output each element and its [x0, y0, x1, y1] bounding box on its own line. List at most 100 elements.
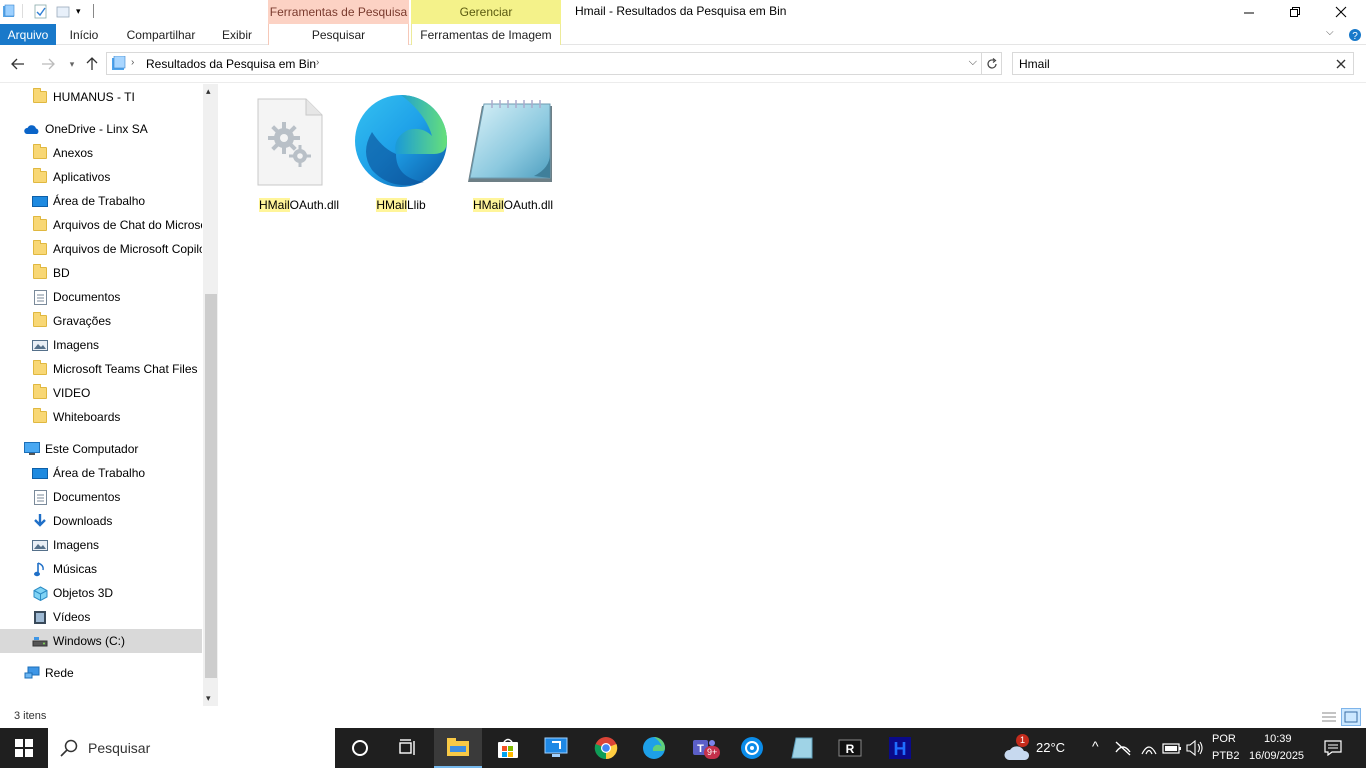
- clock-time[interactable]: 10:39: [1264, 733, 1292, 745]
- properties-icon[interactable]: [34, 4, 48, 19]
- file-list: HMailOAuth.dll HMailLlib HMailOAuth.dll: [218, 84, 1366, 706]
- nav-item-teams-chat-files[interactable]: Microsoft Teams Chat Files: [0, 357, 202, 381]
- tab-arquivo[interactable]: Arquivo: [0, 24, 56, 45]
- taskbar-store[interactable]: [484, 728, 532, 768]
- nav-item-bd[interactable]: BD: [0, 261, 202, 285]
- nav-item-label: Imagens: [53, 338, 100, 352]
- file-name[interactable]: HMailOAuth.dll: [244, 198, 354, 212]
- breadcrumb-chevron-icon[interactable]: ›: [131, 57, 134, 68]
- address-history-dropdown-icon[interactable]: ⌵: [969, 56, 977, 69]
- nav-item-area-de-trabalho[interactable]: Área de Trabalho: [0, 189, 202, 213]
- cortana-button[interactable]: [336, 728, 384, 768]
- nav-item-windows-c[interactable]: Windows (C:): [0, 629, 202, 653]
- scroll-up-icon[interactable]: ▴: [206, 86, 211, 97]
- nav-item-onedrive[interactable]: OneDrive - Linx SA: [0, 117, 202, 141]
- nav-item-musicas[interactable]: Músicas: [0, 557, 202, 581]
- refresh-button[interactable]: [982, 52, 1002, 75]
- task-view-icon: [399, 739, 415, 755]
- weather-temperature[interactable]: 22°C: [1036, 740, 1065, 755]
- nav-item-objetos-3d[interactable]: Objetos 3D: [0, 581, 202, 605]
- nav-item-imagens-pc[interactable]: Imagens: [0, 533, 202, 557]
- minimize-button[interactable]: [1226, 0, 1272, 24]
- taskbar-app-h[interactable]: H: [876, 728, 924, 768]
- tab-pesquisar[interactable]: Pesquisar: [268, 24, 409, 45]
- taskbar: Pesquisar T 9+ R H 1 22°C ^ POR PTB2 10:…: [0, 728, 1366, 768]
- nav-item-anexos[interactable]: Anexos: [0, 141, 202, 165]
- file-item[interactable]: HMailOAuth.dll: [244, 94, 354, 212]
- address-bar[interactable]: › Resultados da Pesquisa em Bin › ⌵: [106, 52, 982, 75]
- nav-item-videos[interactable]: Vídeos: [0, 605, 202, 629]
- tab-inicio[interactable]: Início: [60, 24, 108, 45]
- nav-scrollbar-thumb[interactable]: [205, 294, 217, 678]
- nav-item-rede[interactable]: Rede: [0, 661, 202, 685]
- network-disconnected-icon[interactable]: [1114, 740, 1132, 756]
- file-name[interactable]: HMailOAuth.dll: [458, 198, 568, 212]
- task-view-button[interactable]: [384, 728, 432, 768]
- breadcrumb-chevron-icon[interactable]: ›: [316, 57, 319, 68]
- keyboard-layout-indicator[interactable]: PTB2: [1212, 750, 1240, 762]
- file-item[interactable]: HMailLlib: [346, 94, 456, 212]
- nav-item-este-computador[interactable]: Este Computador: [0, 437, 202, 461]
- file-name[interactable]: HMailLlib: [346, 198, 456, 212]
- pictures-icon: [32, 537, 48, 553]
- start-button[interactable]: [0, 728, 48, 768]
- expand-ribbon-icon[interactable]: ⌵: [1326, 27, 1334, 38]
- taskbar-file-explorer[interactable]: [434, 728, 482, 768]
- nav-scrollbar[interactable]: ▴ ▾: [203, 84, 218, 706]
- folder-icon: [32, 408, 48, 425]
- tab-ferramentas-de-imagem[interactable]: Ferramentas de Imagem: [411, 24, 561, 45]
- nav-item-documentos-pc[interactable]: Documentos: [0, 485, 202, 509]
- nav-item-arquivos-copilot[interactable]: Arquivos de Microsoft Copilot: [0, 237, 202, 261]
- wifi-icon[interactable]: [1140, 740, 1158, 756]
- clear-search-icon[interactable]: [1336, 59, 1346, 69]
- recent-locations-button[interactable]: ▾: [62, 54, 82, 74]
- nav-item-aplicativos[interactable]: Aplicativos: [0, 165, 202, 189]
- file-item[interactable]: HMailOAuth.dll: [458, 94, 568, 212]
- weather-widget[interactable]: 1: [1002, 734, 1034, 762]
- taskbar-app-r[interactable]: R: [826, 728, 874, 768]
- taskbar-remote-desktop[interactable]: [532, 728, 580, 768]
- volume-icon[interactable]: [1186, 740, 1204, 756]
- forward-button[interactable]: [38, 54, 58, 74]
- window-title: Hmail - Resultados da Pesquisa em Bin: [575, 4, 787, 18]
- quick-access-dropdown-icon[interactable]: ▾: [76, 6, 81, 17]
- up-button[interactable]: [82, 54, 102, 74]
- nav-item-whiteboards[interactable]: Whiteboards: [0, 405, 202, 429]
- restore-button[interactable]: [1272, 0, 1318, 24]
- close-button[interactable]: [1318, 0, 1364, 24]
- new-folder-icon[interactable]: [56, 4, 70, 19]
- taskbar-app-blue[interactable]: [728, 728, 776, 768]
- help-icon[interactable]: ?: [1348, 28, 1362, 42]
- nav-item-arquivos-chat[interactable]: Arquivos de Chat do Microsoft: [0, 213, 202, 237]
- language-indicator[interactable]: POR: [1212, 733, 1236, 745]
- nav-item-gravacoes[interactable]: Gravações: [0, 309, 202, 333]
- clock-date[interactable]: 16/09/2025: [1249, 750, 1304, 762]
- taskbar-search[interactable]: Pesquisar: [48, 728, 335, 768]
- file-name-rest: OAuth.dll: [503, 198, 554, 212]
- taskbar-edge[interactable]: [630, 728, 678, 768]
- nav-item-imagens[interactable]: Imagens: [0, 333, 202, 357]
- close-icon: [1335, 6, 1347, 18]
- chrome-icon: [594, 737, 618, 760]
- details-view-icon[interactable]: [1320, 709, 1338, 725]
- nav-item-humanus-ti[interactable]: HUMANUS - TI: [0, 85, 202, 109]
- action-center-icon[interactable]: [1324, 740, 1342, 756]
- search-input[interactable]: Hmail: [1012, 52, 1354, 75]
- large-icons-view-button[interactable]: [1341, 708, 1361, 726]
- nav-item-documentos[interactable]: Documentos: [0, 285, 202, 309]
- breadcrumb[interactable]: Resultados da Pesquisa em Bin: [146, 57, 316, 71]
- explorer-app-icon[interactable]: [2, 4, 16, 19]
- tab-compartilhar[interactable]: Compartilhar: [118, 24, 204, 45]
- back-button[interactable]: [8, 54, 28, 74]
- taskbar-chrome[interactable]: [582, 728, 630, 768]
- nav-item-downloads[interactable]: Downloads: [0, 509, 202, 533]
- taskbar-teams[interactable]: T 9+: [680, 728, 728, 768]
- search-query[interactable]: Hmail: [1019, 57, 1050, 71]
- taskbar-notepad[interactable]: [778, 728, 826, 768]
- tab-exibir[interactable]: Exibir: [214, 24, 260, 45]
- nav-item-area-de-trabalho-pc[interactable]: Área de Trabalho: [0, 461, 202, 485]
- nav-item-video[interactable]: VIDEO: [0, 381, 202, 405]
- scroll-down-icon[interactable]: ▾: [206, 693, 211, 704]
- show-hidden-icons-chevron-icon[interactable]: ^: [1092, 738, 1099, 754]
- battery-icon[interactable]: [1162, 741, 1182, 755]
